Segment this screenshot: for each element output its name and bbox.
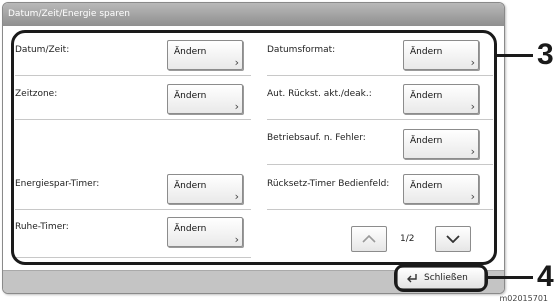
label-aut-rueckst: Aut. Rückst. akt./deak.:: [267, 89, 372, 99]
change-aut-rueckst-button[interactable]: Ändern ›: [403, 84, 479, 114]
label-betriebsauf: Betriebsauf. n. Fehler:: [267, 133, 366, 143]
chevron-down-icon: [446, 235, 460, 243]
page-up-button[interactable]: [351, 226, 387, 252]
callout-number-4: 4: [537, 260, 554, 293]
chevron-right-icon: ›: [470, 56, 475, 69]
chevron-up-icon: [362, 235, 376, 243]
label-ruecksetz-timer: Rücksetz-Timer Bedienfeld:: [267, 179, 390, 189]
callout-line-3: [497, 54, 533, 57]
divider: [15, 75, 251, 76]
callout-highlight-close: [394, 264, 488, 292]
label-datum-zeit: Datum/Zeit:: [15, 45, 70, 55]
label-zeitzone: Zeitzone:: [15, 89, 58, 99]
label-energiespar-timer: Energiespar-Timer:: [15, 179, 100, 189]
page-indicator: 1/2: [400, 234, 415, 244]
divider: [15, 257, 251, 258]
divider: [15, 119, 251, 120]
chevron-right-icon: ›: [234, 190, 239, 203]
divider: [267, 209, 493, 210]
callout-line-4: [488, 276, 533, 279]
change-energiespar-timer-button[interactable]: Ändern ›: [167, 174, 243, 204]
change-datumsformat-button[interactable]: Ändern ›: [403, 40, 479, 70]
change-betriebsauf-button[interactable]: Ändern ›: [403, 129, 479, 159]
page-down-button[interactable]: [435, 226, 471, 252]
change-zeitzone-button[interactable]: Ändern ›: [167, 84, 243, 114]
chevron-right-icon: ›: [234, 233, 239, 246]
divider: [267, 164, 493, 165]
chevron-right-icon: ›: [234, 100, 239, 113]
callout-number-3: 3: [537, 38, 554, 71]
label-ruhe-timer: Ruhe-Timer:: [15, 222, 69, 232]
dialog-title: Datum/Zeit/Energie sparen: [3, 3, 504, 26]
chevron-right-icon: ›: [470, 145, 475, 158]
chevron-right-icon: ›: [470, 190, 475, 203]
change-ruecksetz-timer-button[interactable]: Ändern ›: [403, 174, 479, 204]
change-datum-zeit-button[interactable]: Ändern ›: [167, 40, 243, 70]
change-ruhe-timer-button[interactable]: Ändern ›: [167, 217, 243, 247]
divider: [267, 119, 493, 120]
figure-code: m02015701: [499, 294, 548, 303]
divider: [267, 75, 493, 76]
chevron-right-icon: ›: [234, 56, 239, 69]
divider: [15, 209, 251, 210]
settings-dialog: Datum/Zeit/Energie sparen Datum/Zeit: Än…: [2, 2, 505, 294]
chevron-right-icon: ›: [470, 100, 475, 113]
label-datumsformat: Datumsformat:: [267, 45, 336, 55]
